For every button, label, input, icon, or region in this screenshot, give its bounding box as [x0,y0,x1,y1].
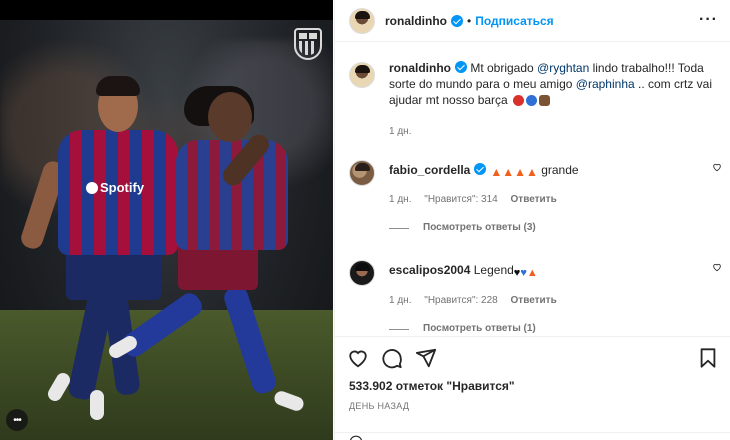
photo-top-bar [0,0,333,20]
comments-list[interactable]: ronaldinho Mt obrigado @ryghtan lindo tr… [335,42,730,342]
action-icons-row [335,337,730,377]
caption-text-part: Mt obrigado [467,61,538,75]
post-actions: 533.902 отметок "Нравится" ДЕНЬ НАЗАД [335,336,730,440]
comment-time: 1 дн. [389,194,412,205]
post-header: ronaldinho • Подписаться ··· [335,0,730,42]
comment-item: fabio_cordella ▲▲▲▲ grande 1 дн. "Нравитс… [335,140,730,236]
comment-like-count[interactable]: "Нравится": 228 [424,295,497,306]
reply-button[interactable]: Ответить [511,295,557,306]
photo-more-icon[interactable]: ••• [6,409,28,431]
comment-meta: 1 дн. "Нравится": 228 Ответить [389,293,716,309]
heart-icon[interactable] [712,262,722,272]
replies-divider [389,227,409,229]
post-photo[interactable]: Spotify ••• [0,0,333,440]
fc-barcelona-crest-icon [294,28,322,60]
verified-badge-icon [455,61,467,73]
emoji-group [511,95,551,106]
caption: ronaldinho Mt obrigado @ryghtan lindo tr… [335,42,730,140]
view-replies-button[interactable]: Посмотреть ответы (1) [389,321,716,337]
emoji-group: ♥ ♥ ▲ [514,265,538,281]
more-horizontal-icon[interactable]: ··· [699,12,718,28]
player-right-head [208,92,252,142]
verified-badge-icon [451,14,463,27]
comment-text-part: grande [537,163,579,177]
mention-link[interactable]: @ryghtan [537,61,589,75]
comment-text-part: Legend [473,263,514,277]
avatar[interactable] [349,260,375,286]
fire-emoji-icon: ▲ [526,267,538,279]
replies-divider [389,328,409,330]
caption-meta: 1 дн. [389,124,716,140]
header-username[interactable]: ronaldinho [385,14,447,28]
verified-badge-icon [474,163,487,175]
like-count[interactable]: 533.902 отметок "Нравится" [335,379,730,393]
mention-link[interactable]: @raphinha [576,77,635,91]
player-left-hair [96,76,140,96]
caption-time: 1 дн. [389,126,412,137]
reply-button[interactable]: Ответить [511,194,557,205]
comment-username[interactable]: escalipos2004 [389,263,470,277]
comment-body: fabio_cordella ▲▲▲▲ grande 1 дн. "Нравитс… [389,158,716,236]
view-replies-label: Посмотреть ответы (1) [423,323,536,334]
avatar[interactable] [349,160,375,186]
share-icon[interactable] [415,347,437,369]
shirt-sponsor: Spotify [86,180,144,195]
handshake-emoji-icon [539,95,551,106]
add-comment-area [335,432,730,440]
comment-time: 1 дн. [389,295,412,306]
heart-icon[interactable] [712,162,722,172]
post-date: ДЕНЬ НАЗАД [349,401,410,411]
caption-body: ronaldinho Mt obrigado @ryghtan lindo tr… [389,60,716,140]
comment-item: escalipos2004 Legend ♥ ♥ ▲ 1 дн. "Нравится"… [335,236,730,337]
comment-meta: 1 дн. "Нравится": 314 Ответить [389,192,716,208]
fire-emoji-icon: ▲▲▲▲ [490,165,538,179]
bookmark-icon[interactable] [697,347,719,369]
avatar[interactable] [349,7,375,34]
caption-username[interactable]: ronaldinho [389,61,451,75]
post-side-panel: ronaldinho • Подписаться ··· ronaldinho … [334,0,730,440]
heart-icon[interactable] [347,347,369,369]
view-replies-label: Посмотреть ответы (3) [423,222,536,233]
player-right-shirt [176,140,288,250]
emoji-group: ▲▲▲▲ [490,164,538,180]
header-separator: • [467,13,472,28]
blue-circle-emoji-icon [526,95,538,106]
caption-text: ronaldinho Mt obrigado @ryghtan lindo tr… [389,60,716,108]
comment-text: fabio_cordella ▲▲▲▲ grande [389,162,716,180]
comment-icon[interactable] [381,347,403,369]
red-circle-emoji-icon [513,95,525,106]
comment-body: escalipos2004 Legend ♥ ♥ ▲ 1 дн. "Нравится"… [389,258,716,337]
comment-text: escalipos2004 Legend ♥ ♥ ▲ [389,262,716,281]
emoji-icon[interactable] [349,435,363,440]
spotify-icon [86,182,98,194]
avatar[interactable] [349,62,375,88]
view-replies-button[interactable]: Посмотреть ответы (3) [389,220,716,236]
comment-like-count[interactable]: "Нравится": 314 [424,194,497,205]
comment-username[interactable]: fabio_cordella [389,163,470,177]
follow-button[interactable]: Подписаться [475,14,553,28]
boot [90,390,104,420]
sponsor-label: Spotify [100,180,145,195]
